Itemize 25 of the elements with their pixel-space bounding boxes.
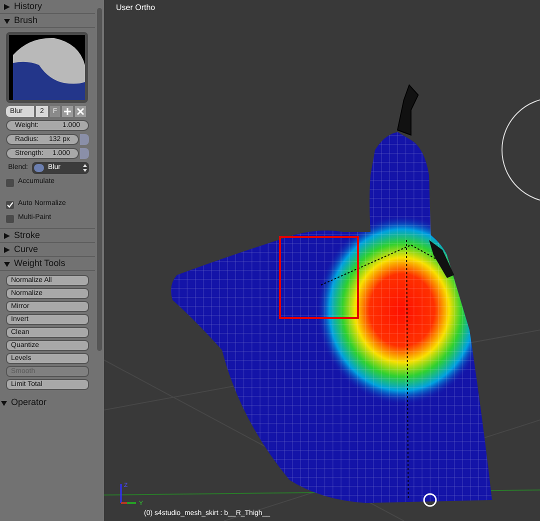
add-icon[interactable] — [62, 106, 73, 117]
scrollbar[interactable] — [97, 8, 102, 351]
checkbox[interactable] — [6, 214, 14, 222]
pressure-icon[interactable] — [80, 134, 89, 145]
panel-header[interactable]: Weight Tools — [0, 257, 95, 271]
panel-header[interactable]: Curve — [0, 243, 95, 257]
panel-header[interactable]: Operator — [1, 396, 95, 410]
updown-icon — [83, 164, 87, 172]
axis-gizmo-icon — [120, 484, 136, 504]
close-icon[interactable] — [75, 106, 86, 117]
pressure-icon[interactable] — [80, 148, 89, 159]
panel-header[interactable]: Stroke — [0, 229, 95, 243]
collapsed-arrow-icon — [4, 246, 10, 252]
checkbox[interactable] — [6, 178, 14, 186]
expanded-arrow-icon — [4, 260, 10, 266]
panel-header[interactable]: History — [0, 0, 95, 14]
expanded-arrow-icon — [4, 18, 10, 24]
3d-cursor-icon — [423, 493, 437, 507]
panel-header[interactable]: Brush — [0, 14, 95, 28]
collapsed-arrow-icon — [4, 4, 10, 10]
brush-icon — [34, 164, 44, 172]
checkbox[interactable] — [6, 200, 14, 208]
expanded-arrow-icon — [1, 400, 7, 406]
view-label: User Ortho — [116, 2, 156, 14]
collapsed-arrow-icon — [4, 232, 10, 238]
